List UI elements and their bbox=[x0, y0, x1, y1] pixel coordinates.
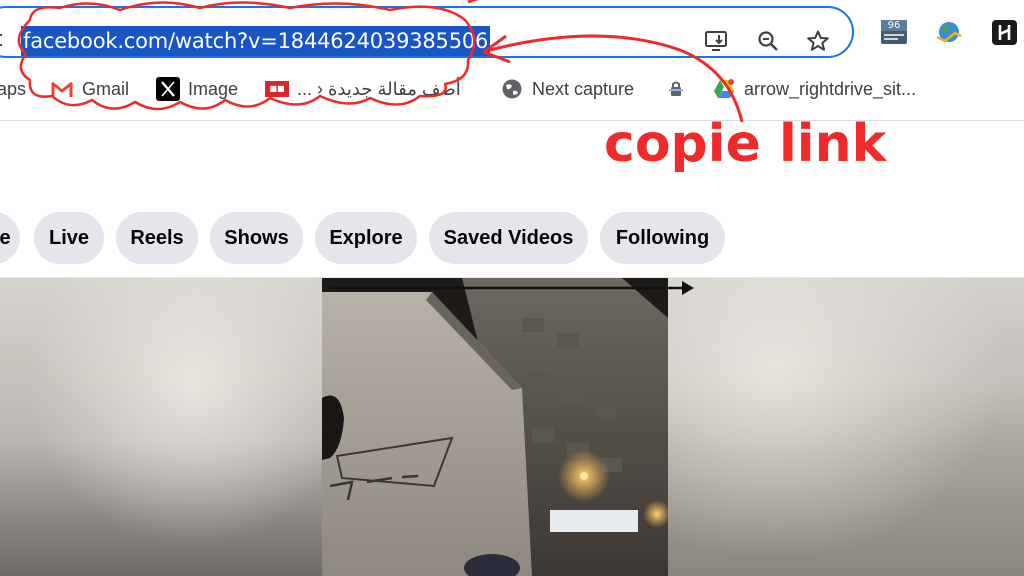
h-extension-icon[interactable] bbox=[989, 17, 1019, 47]
site-info-icon[interactable] bbox=[0, 29, 2, 51]
bookmark-new-article[interactable]: ■■ أضف مقالة جديدة ‹ ... bbox=[265, 76, 461, 102]
site-favicon-icon: ■■ bbox=[265, 77, 289, 101]
tab-shows[interactable]: Shows bbox=[210, 212, 303, 264]
x-logo-icon bbox=[156, 77, 180, 101]
gmail-icon bbox=[50, 77, 74, 101]
bookmark-star-icon[interactable] bbox=[803, 26, 833, 56]
globe-icon bbox=[500, 77, 524, 101]
annotation-text: copie link bbox=[604, 114, 887, 174]
bookmark-secure[interactable] bbox=[664, 76, 688, 102]
tab-following[interactable]: Following bbox=[600, 212, 725, 264]
bookmark-label: Image bbox=[188, 78, 239, 99]
tab-label: Following bbox=[615, 226, 710, 249]
tab-home[interactable]: e bbox=[0, 212, 20, 264]
tab-label: Reels bbox=[130, 226, 184, 249]
video-feed bbox=[0, 278, 1024, 576]
blurred-backdrop-right bbox=[668, 278, 1024, 576]
bookmark-label: aps bbox=[0, 78, 27, 99]
bookmark-label: arrow_rightdrive_sit... bbox=[744, 78, 917, 99]
bookmark-image[interactable]: Image bbox=[156, 76, 238, 102]
tab-label: Live bbox=[48, 226, 90, 249]
watch-tabs: e Live Reels Shows Explore Saved Videos … bbox=[0, 212, 1024, 268]
bookmark-gmail[interactable]: Gmail bbox=[50, 76, 129, 102]
tab-label: Shows bbox=[224, 226, 289, 249]
tab-label: Saved Videos bbox=[443, 226, 574, 249]
install-app-icon[interactable] bbox=[702, 26, 732, 56]
bookmarks-bar: aps Gmail Image ■■ أضف مقالة جديدة ‹ ...… bbox=[0, 68, 1024, 110]
bookmark-apps[interactable]: aps bbox=[0, 76, 26, 102]
globe-extension-icon[interactable] bbox=[934, 17, 964, 47]
extension-badge-icon[interactable]: 96 bbox=[879, 17, 909, 47]
bookmark-next-capture[interactable]: Next capture bbox=[500, 76, 634, 102]
tab-reels[interactable]: Reels bbox=[116, 212, 198, 264]
video-player[interactable] bbox=[322, 278, 668, 576]
tab-live[interactable]: Live bbox=[34, 212, 104, 264]
google-drive-icon bbox=[712, 77, 736, 101]
bookmark-label: أضف مقالة جديدة ‹ ... bbox=[297, 78, 461, 99]
browser-toolbar: facebook.com/watch?v=1844624039385506 96 bbox=[0, 0, 1024, 66]
tab-label: e bbox=[0, 226, 11, 249]
bookmark-label: Next capture bbox=[532, 78, 635, 99]
bookmark-label: Gmail bbox=[82, 78, 130, 99]
blurred-backdrop-left bbox=[0, 278, 322, 576]
bookmark-arrow-right-drive[interactable]: arrow_rightdrive_sit... bbox=[712, 76, 916, 102]
address-bar[interactable]: facebook.com/watch?v=1844624039385506 bbox=[0, 6, 854, 58]
tab-explore[interactable]: Explore bbox=[315, 212, 417, 264]
zoom-icon[interactable] bbox=[753, 26, 783, 56]
shield-lock-icon bbox=[664, 77, 688, 101]
extension-badge-count: 96 bbox=[881, 20, 907, 31]
url-text[interactable]: facebook.com/watch?v=1844624039385506 bbox=[21, 26, 491, 56]
video-frame-image bbox=[322, 278, 668, 576]
tab-label: Explore bbox=[329, 226, 403, 249]
tab-saved-videos[interactable]: Saved Videos bbox=[429, 212, 588, 264]
